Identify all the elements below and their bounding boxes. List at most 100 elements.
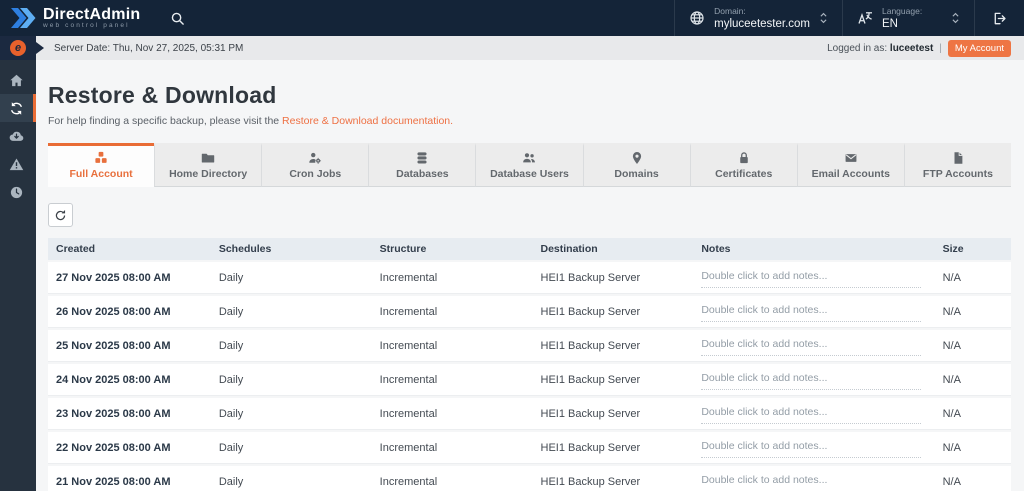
user-gear-icon bbox=[308, 151, 322, 165]
tab-cron-jobs[interactable]: Cron Jobs bbox=[261, 143, 369, 187]
tab-certificates[interactable]: Certificates bbox=[689, 143, 797, 187]
tab-domains[interactable]: Domains bbox=[582, 143, 690, 187]
destination-cell: HEI1 Backup Server bbox=[532, 262, 694, 294]
file-icon bbox=[951, 151, 965, 165]
cloud-download-icon bbox=[9, 129, 24, 144]
refresh-button[interactable] bbox=[48, 203, 73, 227]
tab-full-account[interactable]: Full Account bbox=[48, 143, 155, 187]
sidebar-item-cloud-download[interactable] bbox=[0, 122, 36, 150]
table-row: 24 Nov 2025 08:00 AM Daily Incremental HEI1… bbox=[48, 364, 1011, 396]
logout-icon bbox=[994, 12, 1006, 24]
tab-bar: Full Account Home Directory Cron Jobs Datab… bbox=[48, 143, 1011, 187]
notes-field[interactable]: Double click to add notes... bbox=[701, 471, 920, 491]
domain-value: myluceetester.com bbox=[714, 18, 810, 30]
page-title: Restore & Download bbox=[48, 82, 277, 108]
tab-label: Full Account bbox=[69, 168, 133, 180]
users-icon bbox=[522, 151, 536, 165]
sidebar-logo[interactable]: e bbox=[0, 36, 44, 60]
language-label: Language: bbox=[882, 6, 923, 16]
language-selector[interactable]: Language: EN bbox=[842, 0, 974, 36]
tab-ftp-accounts[interactable]: FTP Accounts bbox=[903, 143, 1011, 187]
sidebar-nav bbox=[0, 60, 36, 206]
domain-selector[interactable]: Domain: myluceetester.com bbox=[674, 0, 842, 36]
table-row: 25 Nov 2025 08:00 AM Daily Incremental HEI1… bbox=[48, 330, 1011, 362]
brand-name: DirectAdmin bbox=[43, 6, 141, 23]
created-cell: 25 Nov 2025 08:00 AM bbox=[48, 330, 211, 362]
chevron-updown-icon bbox=[820, 12, 827, 24]
created-cell: 22 Nov 2025 08:00 AM bbox=[48, 432, 211, 464]
table-header: Created Schedules Structure Destination Note… bbox=[48, 238, 1011, 260]
full-account-icon bbox=[94, 151, 108, 165]
logged-in-prefix: Logged in as: bbox=[827, 42, 888, 54]
my-account-button[interactable]: My Account bbox=[947, 39, 1011, 57]
destination-cell: HEI1 Backup Server bbox=[532, 432, 694, 464]
documentation-link[interactable]: Restore & Download documentation. bbox=[282, 115, 453, 127]
notes-cell: Double click to add notes... bbox=[693, 296, 935, 328]
logged-in-username: luceetest bbox=[889, 42, 934, 54]
structure-cell: Incremental bbox=[371, 296, 533, 328]
notes-cell: Double click to add notes... bbox=[693, 398, 935, 430]
notes-cell: Double click to add notes... bbox=[693, 466, 935, 491]
column-header-structure: Structure bbox=[371, 238, 533, 260]
brand[interactable]: DirectAdmin web control panel bbox=[0, 0, 154, 36]
notes-field[interactable]: Double click to add notes... bbox=[701, 301, 921, 322]
destination-cell: HEI1 Backup Server bbox=[532, 296, 694, 328]
notes-field[interactable]: Double click to add notes... bbox=[701, 335, 921, 356]
database-icon bbox=[415, 151, 429, 165]
sidebar-item-warning[interactable] bbox=[0, 150, 36, 178]
language-value: EN bbox=[882, 18, 898, 30]
tab-label: Home Directory bbox=[169, 168, 248, 180]
created-cell: 26 Nov 2025 08:00 AM bbox=[48, 296, 211, 328]
created-cell: 21 Nov 2025 08:00 AM bbox=[48, 466, 211, 491]
column-header-size: Size bbox=[934, 238, 1011, 260]
schedules-cell: Daily bbox=[210, 466, 372, 491]
tab-database-users[interactable]: Database Users bbox=[475, 143, 583, 187]
sidebar-item-home[interactable] bbox=[0, 66, 36, 94]
tab-email-accounts[interactable]: Email Accounts bbox=[796, 143, 904, 187]
lock-icon bbox=[737, 151, 751, 165]
sidebar: e bbox=[0, 36, 44, 491]
destination-cell: HEI1 Backup Server bbox=[532, 330, 694, 362]
directadmin-page: DirectAdmin web control panel Domain: my… bbox=[0, 0, 1024, 491]
table-row: 27 Nov 2025 08:00 AM Daily Incremental HEI1… bbox=[48, 262, 1011, 294]
size-cell: N/A bbox=[934, 296, 1011, 328]
sidebar-item-sync[interactable] bbox=[0, 94, 36, 122]
server-bar: Server Date: Thu, Nov 27, 2025, 05:31 PM… bbox=[36, 36, 1024, 60]
help-line: For help finding a specific backup, plea… bbox=[48, 115, 1011, 127]
notes-field[interactable]: Double click to add notes... bbox=[701, 403, 921, 424]
globe-icon bbox=[690, 11, 704, 25]
server-date: Server Date: Thu, Nov 27, 2025, 05:31 PM bbox=[54, 42, 244, 54]
toolbar bbox=[48, 203, 1011, 227]
chevron-updown-icon bbox=[952, 12, 959, 24]
notes-field[interactable]: Double click to add notes... bbox=[701, 369, 921, 390]
created-cell: 23 Nov 2025 08:00 AM bbox=[48, 398, 211, 430]
table-row: 23 Nov 2025 08:00 AM Daily Incremental HEI1… bbox=[48, 398, 1011, 430]
translate-icon bbox=[858, 12, 872, 24]
sidebar-arrow-icon bbox=[36, 42, 44, 54]
notes-cell: Double click to add notes... bbox=[693, 262, 935, 294]
notes-field[interactable]: Double click to add notes... bbox=[701, 437, 921, 458]
tab-label: FTP Accounts bbox=[922, 168, 993, 180]
created-cell: 27 Nov 2025 08:00 AM bbox=[48, 262, 211, 294]
logout-button[interactable] bbox=[974, 0, 1024, 36]
search-button[interactable] bbox=[154, 0, 200, 36]
column-header-notes: Notes bbox=[693, 238, 935, 260]
tab-label: Databases bbox=[396, 168, 449, 180]
tab-label: Database Users bbox=[490, 168, 569, 180]
notes-cell: Double click to add notes... bbox=[693, 432, 935, 464]
table-row: 26 Nov 2025 08:00 AM Daily Incremental HEI1… bbox=[48, 296, 1011, 328]
tab-databases[interactable]: Databases bbox=[368, 143, 476, 187]
sidebar-item-clock[interactable] bbox=[0, 178, 36, 206]
notes-field[interactable]: Double click to add notes... bbox=[701, 267, 921, 288]
size-cell: N/A bbox=[934, 330, 1011, 362]
destination-cell: HEI1 Backup Server bbox=[532, 466, 694, 491]
schedules-cell: Daily bbox=[210, 330, 372, 362]
size-cell: N/A bbox=[934, 262, 1011, 294]
tab-home-directory[interactable]: Home Directory bbox=[154, 143, 262, 187]
clock-icon bbox=[9, 185, 24, 200]
size-cell: N/A bbox=[934, 466, 1011, 491]
structure-cell: Incremental bbox=[371, 262, 533, 294]
refresh-icon bbox=[55, 209, 66, 220]
destination-cell: HEI1 Backup Server bbox=[532, 364, 694, 396]
